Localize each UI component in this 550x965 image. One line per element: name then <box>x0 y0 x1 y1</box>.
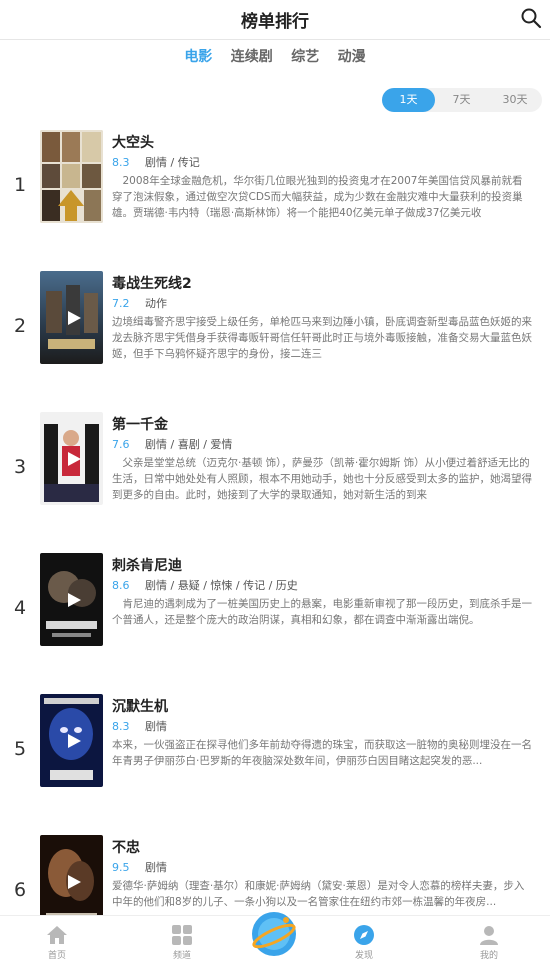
nav-discover[interactable]: 发现 <box>334 924 394 961</box>
ranking-list: 1 大空头 8.3 剧情 / 传记 2008年全球金融危机，华尔街几位眼光独到的… <box>0 120 550 965</box>
poster-image[interactable] <box>40 412 103 505</box>
item-title[interactable]: 毒战生死线2 <box>112 273 532 293</box>
genre-text: 剧情 / 传记 <box>145 156 200 169</box>
item-title[interactable]: 刺杀肯尼迪 <box>112 555 532 575</box>
rating-score: 9.5 <box>112 861 130 874</box>
rating-score: 7.6 <box>112 438 130 451</box>
rank-number: 2 <box>14 315 27 337</box>
item-meta: 7.6 剧情 / 喜剧 / 爱情 <box>112 436 532 452</box>
item-title[interactable]: 大空头 <box>112 132 532 152</box>
item-title[interactable]: 不忠 <box>112 837 532 857</box>
compass-icon <box>354 925 374 945</box>
item-info: 沉默生机 8.3 剧情 本来，一伙强盗正在探寻他们多年前劫夺得遗的珠宝，而获取这… <box>112 696 532 785</box>
list-item[interactable]: 2 毒战生死线2 7.2 动作 边境缉毒警齐思宇接受上级任务，单枪匹马来到边陲小… <box>0 261 550 402</box>
item-info: 刺杀肯尼迪 8.6 剧情 / 悬疑 / 惊悚 / 传记 / 历史 肯尼迪的遇刺成… <box>112 555 532 644</box>
category-tabs: 电影 连续剧 综艺 动漫 <box>0 46 550 68</box>
tab-anime[interactable]: 动漫 <box>338 46 366 66</box>
item-info: 大空头 8.3 剧情 / 传记 2008年全球金融危机，华尔街几位眼光独到的投资… <box>112 132 532 221</box>
nav-label: 我的 <box>479 951 498 961</box>
center-action-button[interactable] <box>250 910 298 958</box>
range-7-days[interactable]: 7天 <box>435 88 488 112</box>
item-meta: 8.3 剧情 <box>112 718 532 734</box>
nav-profile[interactable]: 我的 <box>459 924 519 961</box>
item-title[interactable]: 沉默生机 <box>112 696 532 716</box>
nav-label: 频道 <box>172 951 191 961</box>
nav-label: 首页 <box>47 951 66 961</box>
range-1-day[interactable]: 1天 <box>382 88 435 112</box>
poster-image[interactable] <box>40 271 103 364</box>
list-item[interactable]: 1 大空头 8.3 剧情 / 传记 2008年全球金融危机，华尔街几位眼光独到的… <box>0 120 550 261</box>
tab-movies[interactable]: 电影 <box>184 46 212 66</box>
play-icon <box>67 451 81 466</box>
top-bar: 榜单排行 <box>0 0 550 40</box>
play-icon <box>67 592 81 607</box>
nav-label: 发现 <box>354 951 373 961</box>
poster-image[interactable] <box>40 694 103 787</box>
nav-channels[interactable]: 频道 <box>152 924 212 961</box>
rating-score: 8.6 <box>112 579 130 592</box>
item-meta: 8.6 剧情 / 悬疑 / 惊悚 / 传记 / 历史 <box>112 577 532 593</box>
item-description: 边境缉毒警齐思宇接受上级任务，单枪匹马来到边陲小镇，卧底调查新型毒品蓝色妖姬的来… <box>112 316 532 360</box>
play-icon <box>67 733 81 748</box>
item-description: 本来，一伙强盗正在探寻他们多年前劫夺得遗的珠宝，而获取这一脏物的奥秘则埋没在一名… <box>112 739 532 767</box>
poster-image[interactable] <box>40 130 103 223</box>
item-info: 第一千金 7.6 剧情 / 喜剧 / 爱情 父亲是堂堂总统（迈克尔·基顿 饰），… <box>112 414 532 503</box>
home-icon <box>47 926 67 944</box>
rank-number: 5 <box>14 738 27 760</box>
play-icon <box>67 874 81 889</box>
search-icon[interactable] <box>520 7 542 29</box>
bottom-navigation: 首页 频道 发现 我的 <box>0 910 550 965</box>
time-range-selector: 1天 7天 30天 <box>382 88 542 112</box>
item-description: 肯尼迪的遇刺成为了一桩美国历史上的悬案，电影重新审视了那一段历史，到底杀手是一个… <box>112 598 532 626</box>
tab-variety[interactable]: 综艺 <box>291 46 319 66</box>
page-title: 榜单排行 <box>241 12 309 32</box>
item-meta: 9.5 剧情 <box>112 859 532 875</box>
nav-home[interactable]: 首页 <box>27 924 87 961</box>
rating-score: 7.2 <box>112 297 130 310</box>
grid-icon <box>172 925 192 945</box>
list-item[interactable]: 5 沉默生机 8.3 剧情 本来，一伙强盗正在探寻他们多年前劫夺得遗的珠宝，而获… <box>0 684 550 825</box>
genre-text: 剧情 / 喜剧 / 爱情 <box>145 438 233 451</box>
rank-number: 3 <box>14 456 27 478</box>
planet-icon <box>252 912 296 956</box>
genre-text: 剧情 <box>145 861 167 874</box>
genre-text: 剧情 <box>145 720 167 733</box>
play-icon <box>67 310 81 325</box>
list-item[interactable]: 4 刺杀肯尼迪 8.6 剧情 / 悬疑 / 惊悚 / 传记 / 历史 肯尼迪的遇… <box>0 543 550 684</box>
user-icon <box>480 926 498 945</box>
item-description: 父亲是堂堂总统（迈克尔·基顿 饰），萨曼莎（凯蒂·霍尔姆斯 饰）从小便过着舒适无… <box>112 457 532 501</box>
range-30-days[interactable]: 30天 <box>488 88 542 112</box>
genre-text: 动作 <box>145 297 167 310</box>
rating-score: 8.3 <box>112 156 130 169</box>
rating-score: 8.3 <box>112 720 130 733</box>
list-item[interactable]: 3 第一千金 7.6 剧情 / 喜剧 / 爱情 父亲是堂堂总统（迈克尔·基顿 饰… <box>0 402 550 543</box>
rank-number: 4 <box>14 597 27 619</box>
tab-series[interactable]: 连续剧 <box>231 46 273 66</box>
item-info: 不忠 9.5 剧情 爱德华·萨姆纳（理查·基尔）和康妮·萨姆纳（黛安·莱恩）是对… <box>112 837 532 926</box>
item-description: 2008年全球金融危机，华尔街几位眼光独到的投资鬼才在2007年美国信贷风暴前就… <box>112 175 523 219</box>
poster-image[interactable] <box>40 553 103 646</box>
item-info: 毒战生死线2 7.2 动作 边境缉毒警齐思宇接受上级任务，单枪匹马来到边陲小镇，… <box>112 273 532 362</box>
item-title[interactable]: 第一千金 <box>112 414 532 434</box>
rank-number: 6 <box>14 879 27 901</box>
rank-number: 1 <box>14 174 27 196</box>
item-meta: 8.3 剧情 / 传记 <box>112 154 532 170</box>
item-meta: 7.2 动作 <box>112 295 532 311</box>
genre-text: 剧情 / 悬疑 / 惊悚 / 传记 / 历史 <box>145 579 298 592</box>
